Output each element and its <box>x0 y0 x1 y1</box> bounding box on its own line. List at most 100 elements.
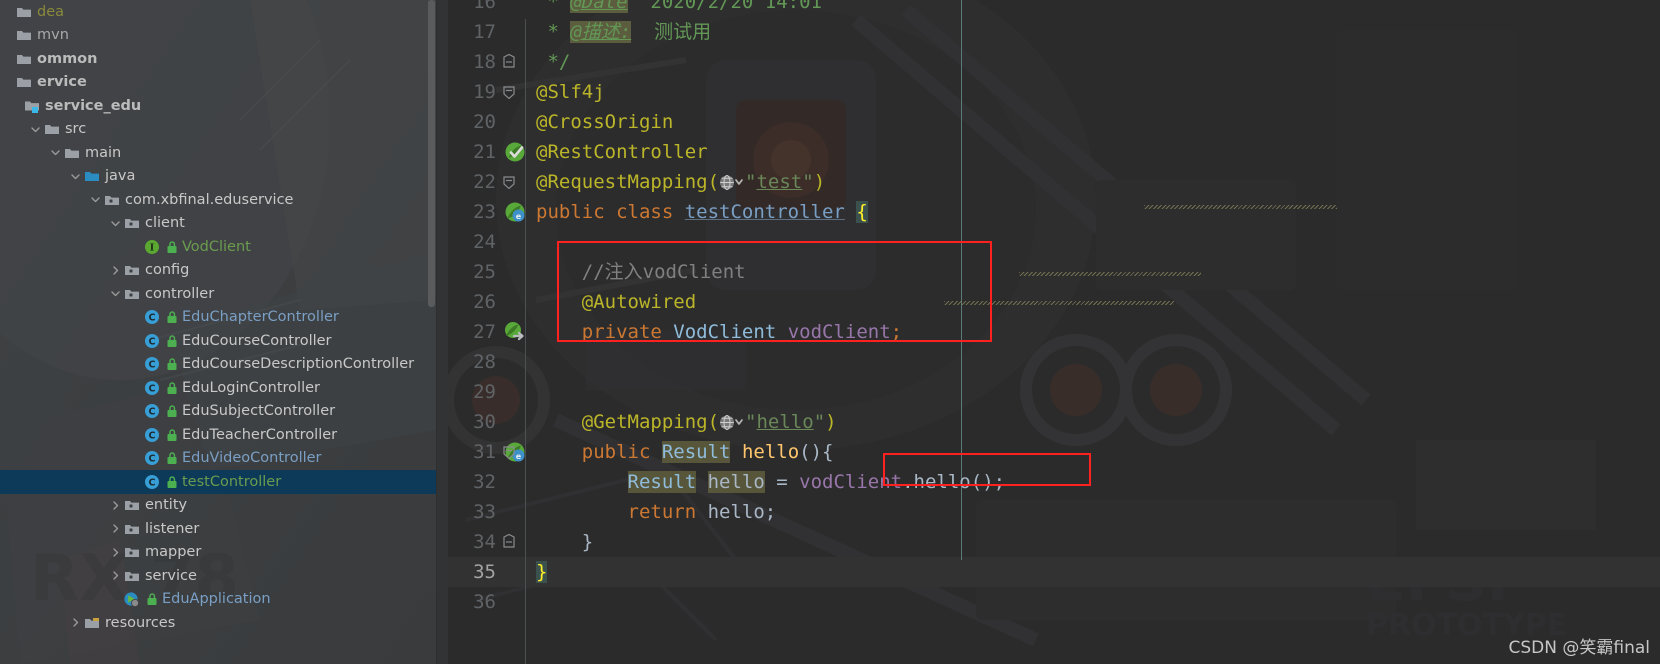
tree-item-mvn[interactable]: mvn <box>0 24 436 48</box>
line-number: 27 <box>473 321 496 343</box>
code-content[interactable]: 16 * @Date 2020/2/20 14:01 17 * @描述: 测试用 1… <box>436 0 1660 664</box>
chevron-right-icon[interactable] <box>108 568 123 583</box>
csdn-watermark: CSDN @笑霸final <box>1508 638 1651 658</box>
project-tool-window[interactable]: RX 78 dea mvn ommon ervice service_edu src mai… <box>0 0 436 664</box>
web-endpoint-inline-icon[interactable] <box>719 411 745 433</box>
tree-item-edulogincontroller[interactable]: C EduLoginController <box>0 376 436 400</box>
panel-separator <box>436 0 437 664</box>
chevron-down-icon[interactable] <box>68 169 83 184</box>
tree-item-mapper[interactable]: mapper <box>0 541 436 565</box>
tree-item-educoursedescriptioncontroller[interactable]: C EduCourseDescriptionController <box>0 353 436 377</box>
tree-item-vodclient[interactable]: I VodClient <box>0 235 436 259</box>
idea-window: RX 78 dea mvn ommon ervice service_edu src mai… <box>0 0 1660 664</box>
code-line[interactable]: } <box>536 527 593 557</box>
class-icon: C <box>143 356 160 373</box>
code-line[interactable]: public class testController { <box>536 197 868 227</box>
tree-item-edusubjectcontroller[interactable]: C EduSubjectController <box>0 400 436 424</box>
code-line[interactable]: return hello; <box>536 497 777 527</box>
svg-text:C: C <box>148 383 155 394</box>
code-token: { <box>856 201 868 223</box>
tree-item-educoursecontroller[interactable]: C EduCourseController <box>0 329 436 353</box>
tree-item-label: EduChapterController <box>182 309 339 325</box>
tree-item-label: ommon <box>37 50 98 67</box>
tree-item-entity[interactable]: entity <box>0 494 436 518</box>
chevron-right-icon[interactable] <box>108 521 123 536</box>
code-line[interactable]: @RestController <box>536 137 708 167</box>
svg-text:C: C <box>148 313 155 324</box>
code-line[interactable]: @Autowired <box>536 287 696 317</box>
code-line[interactable]: } <box>536 557 548 587</box>
fold-collapse-marker[interactable] <box>500 167 518 197</box>
code-line[interactable]: @CrossOrigin <box>536 107 673 137</box>
class-icon: C <box>143 332 160 349</box>
fold-collapse-marker[interactable] <box>500 77 518 107</box>
folder-plain-icon <box>15 27 32 44</box>
code-line[interactable]: public Result hello(){ <box>536 437 833 467</box>
tree-item-label: main <box>85 144 122 161</box>
fold-end-marker[interactable] <box>500 527 518 557</box>
spring-bean-autowired-icon[interactable] <box>504 321 526 348</box>
fold-end-marker[interactable] <box>500 47 518 77</box>
tree-item-ervice[interactable]: ervice <box>0 71 436 95</box>
line-number: 21 <box>473 141 496 163</box>
chevron-right-icon[interactable] <box>108 545 123 560</box>
code-line[interactable]: @GetMapping("hello") <box>536 407 837 437</box>
tree-item-dea[interactable]: dea <box>0 0 436 24</box>
project-tree[interactable]: dea mvn ommon ervice service_edu src main java c… <box>0 0 436 635</box>
code-line[interactable]: * @Date 2020/2/20 14:01 <box>536 0 822 17</box>
chevron-down-icon[interactable] <box>108 286 123 301</box>
chevron-right-icon[interactable] <box>68 615 83 630</box>
tree-item-com-xbfinal-eduservice[interactable]: com.xbfinal.eduservice <box>0 188 436 212</box>
tree-item-service[interactable]: service <box>0 564 436 588</box>
project-scrollbar-thumb[interactable] <box>428 0 435 307</box>
tree-item-resources[interactable]: resources <box>0 611 436 635</box>
spring-bean-checked-icon[interactable] <box>504 141 526 168</box>
tree-item-config[interactable]: config <box>0 259 436 283</box>
chevron-down-icon[interactable] <box>88 192 103 207</box>
tree-item-label: EduVideoController <box>182 450 322 466</box>
tree-item-service-edu[interactable]: service_edu <box>0 94 436 118</box>
code-line[interactable]: Result hello = vodClient.hello(); <box>536 467 1005 497</box>
tree-item-label: service_edu <box>45 97 142 114</box>
chevron-down-icon[interactable] <box>48 145 63 160</box>
tree-item-eduvideocontroller[interactable]: C EduVideoController <box>0 447 436 471</box>
code-token: " <box>745 411 757 433</box>
code-line[interactable]: */ <box>536 47 570 77</box>
code-token: ; <box>890 321 903 343</box>
tree-item-eduapplication[interactable]: EduApplication <box>0 588 436 612</box>
tree-item-java[interactable]: java <box>0 165 436 189</box>
tree-item-client[interactable]: client <box>0 212 436 236</box>
tree-item-label: config <box>145 262 190 278</box>
code-line[interactable]: @RequestMapping("test") <box>536 167 825 197</box>
tree-item-main[interactable]: main <box>0 141 436 165</box>
tree-item-label: mvn <box>37 27 69 43</box>
code-line[interactable]: //注入vodClient <box>536 257 746 287</box>
tree-item-src[interactable]: src <box>0 118 436 142</box>
fold-collapse-marker[interactable] <box>500 437 518 467</box>
code-editor[interactable]: EFSF PROTOTYPE 16 * @Date 2020/2/20 14:0… <box>436 0 1660 664</box>
chevron-down-icon[interactable] <box>28 122 43 137</box>
code-line[interactable]: private VodClient vodClient; <box>536 317 902 347</box>
code-line[interactable]: * @描述: 测试用 <box>536 17 711 47</box>
tree-item-label: VodClient <box>182 238 251 255</box>
chevron-down-icon[interactable] <box>108 216 123 231</box>
tree-item-ommon[interactable]: ommon <box>0 47 436 71</box>
spring-endpoint-icon[interactable]: e <box>504 201 526 228</box>
tree-item-testcontroller[interactable]: CtestController <box>0 470 436 494</box>
public-lock-icon <box>165 451 178 466</box>
code-line[interactable]: @Slf4j <box>536 77 605 107</box>
tree-item-educhaptercontroller[interactable]: C EduChapterController <box>0 306 436 330</box>
web-endpoint-inline-icon[interactable] <box>719 171 745 193</box>
code-token: hello <box>707 501 765 523</box>
chevron-right-icon[interactable] <box>108 498 123 513</box>
inspection-squiggle <box>1144 205 1337 209</box>
code-token: return <box>627 501 708 523</box>
tree-item-eduteachercontroller[interactable]: C EduTeacherController <box>0 423 436 447</box>
line-number: 17 <box>473 21 496 43</box>
tree-item-controller[interactable]: controller <box>0 282 436 306</box>
chevron-right-icon[interactable] <box>108 263 123 278</box>
project-scrollbar-track[interactable] <box>428 0 436 664</box>
tree-item-listener[interactable]: listener <box>0 517 436 541</box>
